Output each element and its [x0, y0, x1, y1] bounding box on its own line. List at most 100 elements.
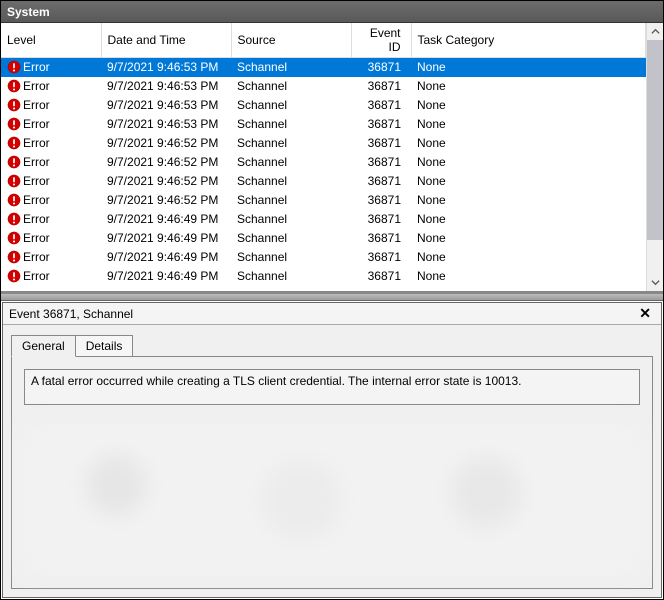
row-source: Schannel: [231, 96, 351, 115]
row-source: Schannel: [231, 172, 351, 191]
row-category: None: [411, 77, 646, 96]
row-level: Error: [23, 155, 50, 169]
row-eventid: 36871: [351, 115, 411, 134]
vertical-scrollbar[interactable]: [646, 23, 663, 291]
table-row[interactable]: Error 9/7/2021 9:46:52 PMSchannel36871Non…: [1, 153, 646, 172]
table-row[interactable]: Error 9/7/2021 9:46:53 PMSchannel36871Non…: [1, 96, 646, 115]
table-row[interactable]: Error 9/7/2021 9:46:49 PMSchannel36871Non…: [1, 210, 646, 229]
pane-splitter[interactable]: [1, 293, 663, 301]
event-list-pane: Level Date and Time Source Event ID Task…: [1, 23, 663, 293]
row-datetime: 9/7/2021 9:46:53 PM: [101, 58, 231, 77]
row-eventid: 36871: [351, 210, 411, 229]
error-icon: [7, 269, 21, 283]
detail-tabs: General Details: [11, 335, 653, 357]
row-category: None: [411, 172, 646, 191]
error-icon: [7, 250, 21, 264]
scroll-thumb[interactable]: [647, 40, 663, 240]
row-datetime: 9/7/2021 9:46:49 PM: [101, 210, 231, 229]
row-category: None: [411, 248, 646, 267]
table-row[interactable]: Error 9/7/2021 9:46:49 PMSchannel36871Non…: [1, 229, 646, 248]
row-level: Error: [23, 79, 50, 93]
row-category: None: [411, 115, 646, 134]
row-level: Error: [23, 98, 50, 112]
row-datetime: 9/7/2021 9:46:52 PM: [101, 134, 231, 153]
row-level: Error: [23, 212, 50, 226]
row-source: Schannel: [231, 153, 351, 172]
row-category: None: [411, 134, 646, 153]
table-row[interactable]: Error9/7/2021 9:46:52 PMSchannel36871Non…: [1, 191, 646, 210]
row-datetime: 9/7/2021 9:46:49 PM: [101, 229, 231, 248]
detail-title: Event 36871, Schannel: [9, 307, 133, 321]
row-category: None: [411, 96, 646, 115]
row-source: Schannel: [231, 58, 351, 77]
tab-details[interactable]: Details: [75, 335, 134, 357]
error-icon: [7, 117, 21, 131]
row-datetime: 9/7/2021 9:46:49 PM: [101, 267, 231, 286]
col-level[interactable]: Level: [1, 23, 101, 58]
row-datetime: 9/7/2021 9:46:52 PM: [101, 153, 231, 172]
event-message: A fatal error occurred while creating a …: [24, 369, 640, 405]
close-icon[interactable]: ✕: [635, 305, 655, 322]
row-eventid: 36871: [351, 96, 411, 115]
row-eventid: 36871: [351, 248, 411, 267]
error-icon: [7, 231, 21, 245]
window-titlebar: System: [1, 1, 663, 23]
row-source: Schannel: [231, 229, 351, 248]
row-source: Schannel: [231, 191, 351, 210]
table-row[interactable]: Error 9/7/2021 9:46:53 PMSchannel36871Non…: [1, 77, 646, 96]
row-source: Schannel: [231, 248, 351, 267]
row-category: None: [411, 153, 646, 172]
col-eventid[interactable]: Event ID: [351, 23, 411, 58]
row-category: None: [411, 210, 646, 229]
error-icon: [7, 98, 21, 112]
row-source: Schannel: [231, 134, 351, 153]
error-icon: [7, 212, 21, 226]
row-eventid: 36871: [351, 134, 411, 153]
table-row[interactable]: Error 9/7/2021 9:46:53 PMSchannel36871Non…: [1, 115, 646, 134]
window-title: System: [7, 5, 50, 19]
row-datetime: 9/7/2021 9:46:53 PM: [101, 115, 231, 134]
row-category: None: [411, 267, 646, 286]
row-datetime: 9/7/2021 9:46:49 PM: [101, 248, 231, 267]
row-eventid: 36871: [351, 58, 411, 77]
blurred-region: [24, 425, 640, 575]
table-row[interactable]: Error9/7/2021 9:46:49 PMSchannel36871Non…: [1, 267, 646, 286]
row-level: Error: [23, 231, 50, 245]
row-source: Schannel: [231, 210, 351, 229]
row-datetime: 9/7/2021 9:46:52 PM: [101, 172, 231, 191]
scroll-up-arrow-icon[interactable]: [647, 23, 663, 40]
row-source: Schannel: [231, 115, 351, 134]
row-eventid: 36871: [351, 77, 411, 96]
row-category: None: [411, 229, 646, 248]
error-icon: [7, 60, 21, 74]
table-row[interactable]: Error 9/7/2021 9:46:53 PMSchannel36871Non…: [1, 58, 646, 77]
row-eventid: 36871: [351, 191, 411, 210]
table-row[interactable]: Error9/7/2021 9:46:52 PMSchannel36871Non…: [1, 172, 646, 191]
row-level: Error: [23, 250, 50, 264]
table-row[interactable]: Error 9/7/2021 9:46:49 PMSchannel36871Non…: [1, 248, 646, 267]
row-level: Error: [23, 60, 50, 74]
col-datetime[interactable]: Date and Time: [101, 23, 231, 58]
error-icon: [7, 155, 21, 169]
row-level: Error: [23, 117, 50, 131]
row-source: Schannel: [231, 267, 351, 286]
col-category[interactable]: Task Category: [411, 23, 646, 58]
row-level: Error: [23, 174, 50, 188]
col-source[interactable]: Source: [231, 23, 351, 58]
row-category: None: [411, 58, 646, 77]
row-source: Schannel: [231, 77, 351, 96]
row-datetime: 9/7/2021 9:46:53 PM: [101, 96, 231, 115]
event-detail-pane: Event 36871, Schannel ✕ General Details …: [2, 302, 662, 598]
error-icon: [7, 193, 21, 207]
error-icon: [7, 174, 21, 188]
row-eventid: 36871: [351, 267, 411, 286]
scroll-down-arrow-icon[interactable]: [647, 274, 663, 291]
row-datetime: 9/7/2021 9:46:53 PM: [101, 77, 231, 96]
row-category: None: [411, 191, 646, 210]
error-icon: [7, 136, 21, 150]
tab-general[interactable]: General: [11, 335, 76, 357]
table-row[interactable]: Error 9/7/2021 9:46:52 PMSchannel36871Non…: [1, 134, 646, 153]
row-level: Error: [23, 136, 50, 150]
row-eventid: 36871: [351, 229, 411, 248]
row-eventid: 36871: [351, 153, 411, 172]
